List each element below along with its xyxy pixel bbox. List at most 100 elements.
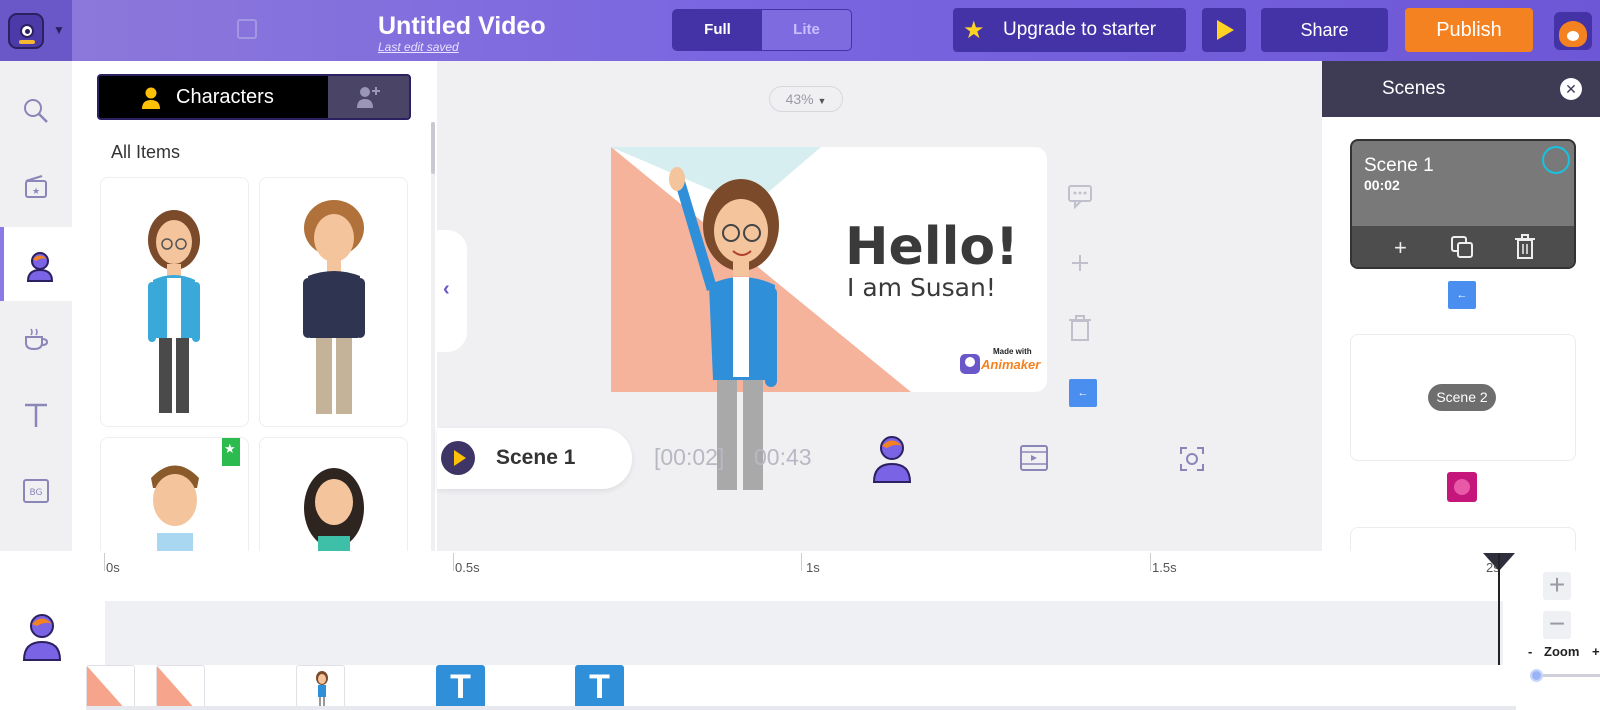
timeline-zoom-in-button[interactable]: + bbox=[1543, 571, 1571, 600]
left-tool-rail: ★ BG bbox=[0, 61, 72, 551]
tab-characters[interactable]: Characters bbox=[99, 76, 328, 118]
share-button[interactable]: Share bbox=[1261, 8, 1388, 52]
character-icon[interactable] bbox=[871, 434, 913, 484]
character-track[interactable] bbox=[105, 601, 1503, 665]
character-card-2[interactable] bbox=[259, 177, 408, 427]
premium-star-badge-icon bbox=[222, 438, 240, 466]
curly-hair-woman-icon bbox=[304, 468, 364, 561]
timeline-zoom-slider[interactable] bbox=[1533, 674, 1600, 677]
tab-create-character[interactable] bbox=[328, 76, 409, 118]
scenes-title: Scenes bbox=[1382, 78, 1446, 99]
duplicate-scene-icon[interactable] bbox=[1450, 235, 1474, 259]
timeline-bg-item[interactable] bbox=[156, 665, 205, 710]
arrow-left-icon: ← bbox=[1077, 387, 1089, 399]
scenes-header: Scenes ✕ bbox=[1322, 61, 1600, 117]
duplicate-icon[interactable] bbox=[237, 19, 257, 39]
upgrade-button[interactable]: ★ Upgrade to starter bbox=[953, 8, 1186, 52]
rail-text[interactable] bbox=[0, 377, 72, 451]
publish-button[interactable]: Publish bbox=[1405, 8, 1533, 52]
scene-card-name: Scene 1 bbox=[1364, 155, 1434, 176]
timeline-scrollbar[interactable] bbox=[86, 706, 1516, 710]
app-menu-button[interactable]: ▼ bbox=[0, 0, 72, 61]
rail-scenes[interactable]: ★ bbox=[0, 149, 72, 223]
zoom-minus-label: - bbox=[1528, 644, 1533, 659]
tick-label: 1.5s bbox=[1152, 560, 1177, 575]
scene-chip-label: Scene 1 bbox=[496, 446, 576, 469]
scene-card-duration: 00:02 bbox=[1364, 177, 1400, 193]
timeline-bg-item[interactable] bbox=[86, 665, 135, 710]
canvas-zoom-select[interactable]: 43% ▼ bbox=[769, 86, 843, 112]
rail-props[interactable] bbox=[0, 301, 72, 375]
add-scene-icon[interactable]: + bbox=[1394, 235, 1407, 261]
rail-characters[interactable] bbox=[0, 227, 72, 301]
timeline-character-item[interactable] bbox=[296, 665, 345, 710]
scene-time: [00:02] bbox=[654, 444, 725, 470]
text-icon bbox=[25, 403, 47, 427]
close-icon[interactable]: ✕ bbox=[1560, 78, 1582, 100]
mode-toggle: Full Lite bbox=[672, 9, 852, 51]
add-icon[interactable] bbox=[1067, 250, 1093, 276]
scene-card-actions: + bbox=[1352, 226, 1574, 267]
rail-background[interactable]: BG bbox=[0, 453, 72, 527]
tick-mark bbox=[801, 553, 802, 571]
bg-icon-label: BG bbox=[30, 488, 43, 498]
fox-avatar-icon bbox=[1559, 21, 1587, 47]
animaker-logo-icon bbox=[8, 13, 44, 49]
scene-select-ring-icon[interactable] bbox=[1542, 146, 1570, 174]
scene-card-1[interactable]: Scene 1 00:02 + bbox=[1350, 139, 1576, 269]
background-shape-thumb-icon bbox=[87, 666, 126, 709]
chevron-left-icon: ‹ bbox=[443, 278, 450, 300]
curly-hair-man-icon bbox=[303, 200, 365, 414]
tick-label: 0s bbox=[106, 560, 120, 575]
user-avatar[interactable] bbox=[1554, 12, 1592, 50]
play-icon[interactable] bbox=[441, 441, 475, 475]
caret-down-icon: ▼ bbox=[817, 96, 827, 106]
collapse-panel-button[interactable]: ‹ bbox=[437, 230, 467, 352]
scene-transition-thumb[interactable] bbox=[1447, 472, 1477, 502]
tick-label: 1s bbox=[806, 560, 820, 575]
upgrade-label: Upgrade to starter bbox=[1003, 19, 1157, 40]
stage-subheading: I am Susan! bbox=[847, 273, 996, 302]
bg-icon: BG bbox=[23, 479, 49, 503]
video-title[interactable]: Untitled Video bbox=[378, 12, 546, 41]
character-track-icon bbox=[22, 614, 62, 661]
chevron-down-icon: ▼ bbox=[53, 23, 65, 37]
search-icon bbox=[24, 99, 48, 123]
background-shape-thumb-icon bbox=[157, 666, 196, 709]
susan-character-icon bbox=[148, 210, 200, 413]
tab-characters-label: Characters bbox=[176, 86, 274, 108]
save-status-link[interactable]: Last edit saved bbox=[378, 40, 459, 54]
preview-play-button[interactable] bbox=[1202, 8, 1246, 52]
panel-scrollbar-thumb[interactable] bbox=[431, 122, 435, 174]
watermark-small: Made with bbox=[993, 347, 1032, 356]
scene-card-2[interactable]: Scene 2 bbox=[1350, 334, 1576, 461]
scene-transition-button[interactable]: ← bbox=[1448, 281, 1476, 309]
watermark: Made with Animaker bbox=[959, 347, 1040, 377]
comment-icon[interactable] bbox=[1067, 183, 1093, 209]
susan-thumb-icon bbox=[316, 671, 328, 709]
scene-star-icon: ★ bbox=[25, 175, 47, 198]
timeline-zoom-knob[interactable] bbox=[1530, 669, 1543, 682]
delete-scene-icon[interactable] bbox=[1514, 234, 1536, 260]
playhead-line[interactable] bbox=[1498, 553, 1500, 665]
fullscreen-icon[interactable] bbox=[1179, 446, 1205, 472]
play-icon bbox=[1217, 20, 1234, 40]
section-title: All Items bbox=[111, 142, 181, 162]
top-bar: ▼ Untitled Video Last edit saved Full Li… bbox=[0, 0, 1600, 61]
video-frame-icon[interactable] bbox=[1019, 444, 1049, 472]
star-icon: ★ bbox=[963, 17, 985, 44]
rail-search[interactable] bbox=[0, 73, 72, 147]
mode-lite-button[interactable]: Lite bbox=[762, 10, 851, 50]
panel-scrollbar[interactable] bbox=[431, 122, 435, 552]
svg-text:★: ★ bbox=[32, 186, 40, 196]
stage-arrow-button[interactable]: ← bbox=[1069, 379, 1097, 407]
character-card-susan[interactable] bbox=[100, 177, 249, 427]
mode-full-button[interactable]: Full bbox=[673, 10, 762, 50]
scene-play-chip[interactable]: Scene 1 bbox=[437, 428, 632, 489]
timeline-text-item[interactable]: T bbox=[575, 665, 624, 710]
stage-heading: Hello! bbox=[845, 217, 1019, 277]
trash-icon[interactable] bbox=[1067, 314, 1093, 342]
timeline-zoom-out-button[interactable]: − bbox=[1543, 610, 1571, 639]
timeline-text-item[interactable]: T bbox=[436, 665, 485, 710]
zoom-plus-label: + bbox=[1592, 644, 1600, 659]
